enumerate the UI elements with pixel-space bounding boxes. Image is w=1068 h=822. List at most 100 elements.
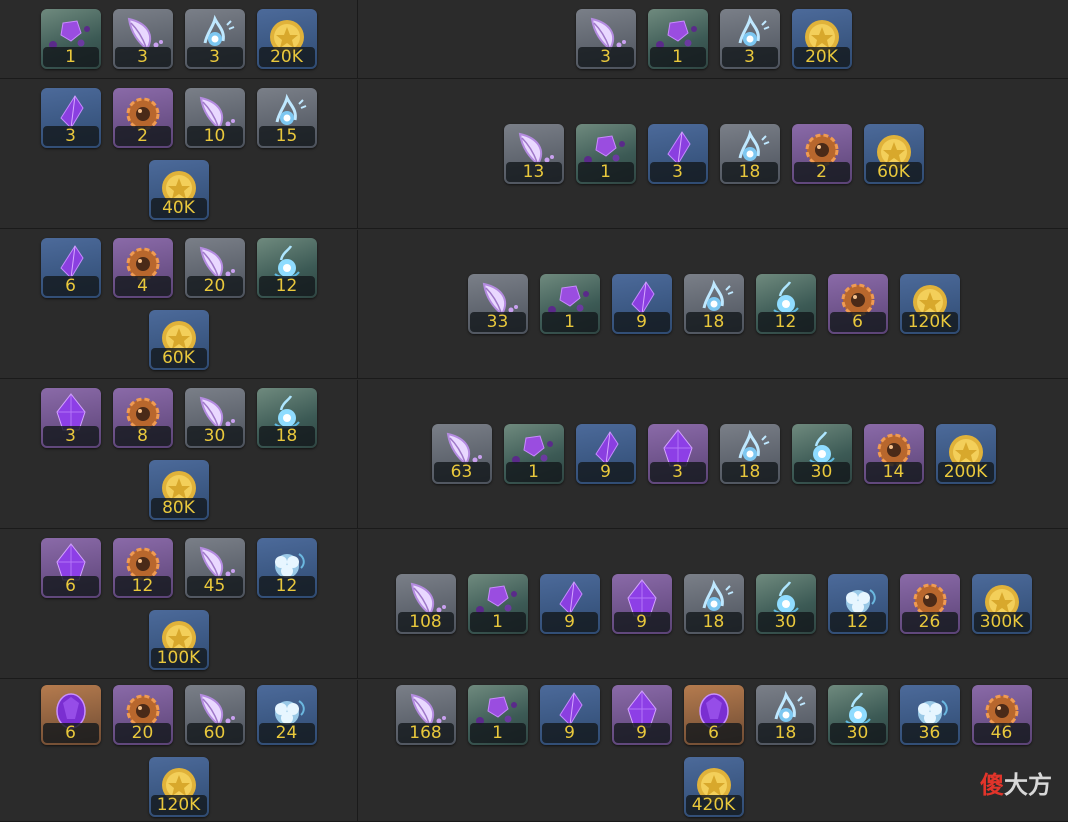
material-item[interactable]: 45 [184,538,245,598]
material-item[interactable]: 18 [719,424,780,484]
item-quantity: 9 [541,612,598,632]
item-quantity: 3 [186,47,243,67]
material-item[interactable]: 12 [827,574,888,634]
material-item[interactable]: 1 [575,124,636,184]
material-item[interactable]: 33 [467,274,528,334]
material-item[interactable]: 18 [683,574,744,634]
material-item[interactable]: 30 [184,388,245,448]
material-item[interactable]: 18 [683,274,744,334]
material-item[interactable]: 9 [611,274,672,334]
item-quantity: 3 [577,47,634,67]
total-materials-cell: 13 1 3 18 2 60K [359,80,1068,228]
material-item[interactable]: 3 [647,124,708,184]
material-item[interactable]: 36 [899,684,960,745]
material-item[interactable]: 20 [184,238,245,298]
item-quantity: 20K [793,47,850,67]
table-row: 1 3 3 20K 3 1 3 20K [0,0,1068,79]
material-item[interactable]: 20K [791,9,852,69]
material-item[interactable]: 2 [791,124,852,184]
material-item[interactable]: 30 [827,684,888,745]
material-item[interactable]: 6 [827,274,888,334]
material-item[interactable]: 9 [575,424,636,484]
material-item[interactable]: 9 [539,574,600,634]
item-quantity: 6 [42,576,99,596]
material-item[interactable]: 200K [935,424,996,484]
item-quantity: 13 [505,162,562,182]
material-item[interactable]: 3 [575,9,636,69]
item-quantity: 18 [685,612,742,632]
material-item[interactable]: 3 [647,424,708,484]
material-item[interactable]: 3 [184,9,245,69]
material-item[interactable]: 1 [467,574,528,634]
material-item[interactable]: 60K [863,124,924,184]
material-item[interactable]: 2 [112,88,173,148]
material-item[interactable]: 420K [683,756,744,817]
watermark-logo: 傻大方 [980,765,1052,800]
material-item[interactable]: 30 [791,424,852,484]
material-item[interactable]: 46 [971,684,1032,745]
material-item[interactable]: 1 [539,274,600,334]
item-quantity: 1 [541,312,598,332]
material-item[interactable]: 6 [683,684,744,745]
material-item[interactable]: 24 [256,684,317,745]
material-item[interactable]: 3 [40,88,101,148]
material-item[interactable]: 60 [184,684,245,745]
total-materials-cell: 168 1 9 9 6 18 30 36 46 420K [359,680,1068,821]
item-quantity: 60K [150,348,207,368]
table-row: 6 12 45 12 100K 108 1 9 9 18 30 12 26 300K [0,530,1068,679]
material-item[interactable]: 10 [184,88,245,148]
material-item[interactable]: 3 [719,9,780,69]
material-item[interactable]: 80K [148,460,209,520]
material-item[interactable]: 3 [112,9,173,69]
material-item[interactable]: 4 [112,238,173,298]
material-item[interactable]: 9 [611,684,672,745]
material-item[interactable]: 18 [256,388,317,448]
material-item[interactable]: 12 [256,238,317,298]
table-row: 3 2 10 15 40K 13 1 3 18 2 60K [0,80,1068,229]
material-item[interactable]: 18 [755,684,816,745]
item-quantity: 9 [613,612,670,632]
material-item[interactable]: 108 [395,574,456,634]
item-quantity: 6 [42,276,99,296]
material-item[interactable]: 12 [112,538,173,598]
required-materials-cell: 1 3 3 20K [0,0,358,78]
material-item[interactable]: 6 [40,684,101,745]
material-item[interactable]: 13 [503,124,564,184]
material-item[interactable]: 60K [148,310,209,370]
item-quantity: 60K [865,162,922,182]
material-item[interactable]: 168 [395,684,456,745]
material-item[interactable]: 6 [40,238,101,298]
material-item[interactable]: 1 [503,424,564,484]
material-item[interactable]: 6 [40,538,101,598]
material-item[interactable]: 40K [148,160,209,220]
material-item[interactable]: 1 [647,9,708,69]
required-materials-cell: 3 8 30 18 80K [0,380,358,528]
item-quantity: 108 [397,612,454,632]
material-item[interactable]: 30 [755,574,816,634]
material-item[interactable]: 20K [256,9,317,69]
watermark-char: 傻 [980,771,1004,799]
material-item[interactable]: 18 [719,124,780,184]
material-item[interactable]: 12 [256,538,317,598]
material-item[interactable]: 20 [112,684,173,745]
upgrade-materials-table: 1 3 3 20K 3 1 3 20K 3 2 10 15 40K 13 1 3 18 2 60K 6 4 20 12 60K… [0,0,1068,822]
required-materials-cell: 6 20 60 24 120K [0,680,358,821]
item-quantity: 36 [901,722,958,743]
total-materials-cell: 63 1 9 3 18 30 14 200K [359,380,1068,528]
material-item[interactable]: 26 [899,574,960,634]
material-item[interactable]: 12 [755,274,816,334]
material-item[interactable]: 9 [611,574,672,634]
material-item[interactable]: 8 [112,388,173,448]
material-item[interactable]: 14 [863,424,924,484]
material-item[interactable]: 3 [40,388,101,448]
material-item[interactable]: 300K [971,574,1032,634]
material-item[interactable]: 1 [467,684,528,745]
material-item[interactable]: 9 [539,684,600,745]
material-item[interactable]: 63 [431,424,492,484]
material-item[interactable]: 100K [148,610,209,670]
material-item[interactable]: 120K [148,756,209,817]
item-quantity: 9 [541,722,598,743]
material-item[interactable]: 15 [256,88,317,148]
material-item[interactable]: 1 [40,9,101,69]
material-item[interactable]: 120K [899,274,960,334]
